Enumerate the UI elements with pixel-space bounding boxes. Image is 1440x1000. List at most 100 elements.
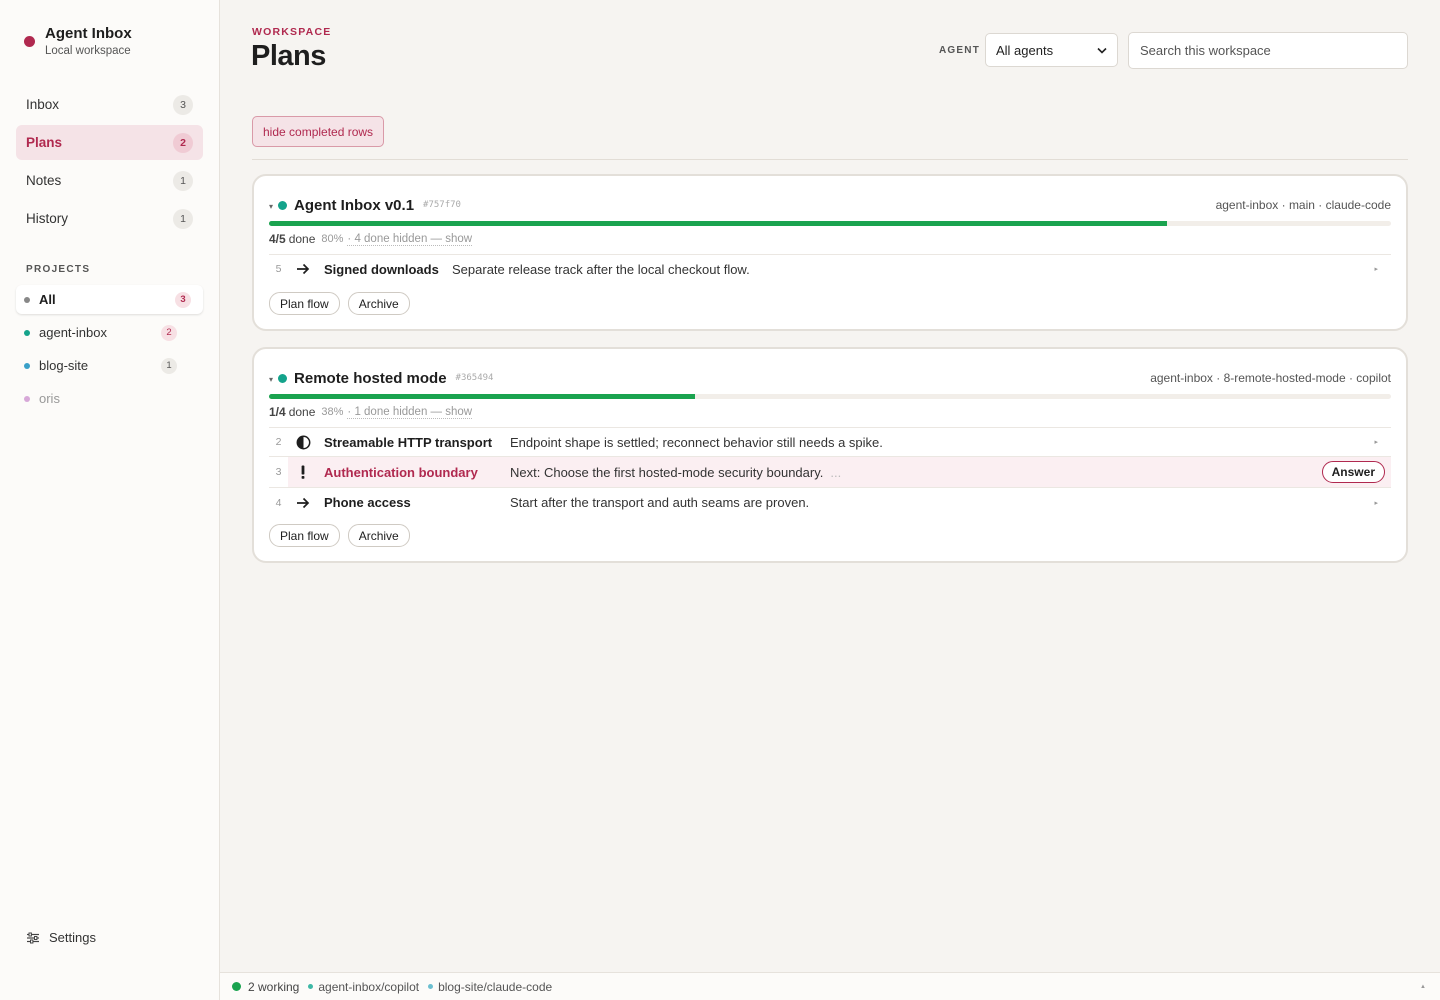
projects-heading: PROJECTS — [26, 264, 91, 275]
status-bar: 2 working agent-inbox/copilot blog-site/… — [220, 972, 1440, 1000]
plan-flow-button[interactable]: Plan flow — [269, 292, 340, 315]
project-name: agent-inbox — [39, 325, 107, 340]
project-count-badge: 2 — [161, 324, 177, 341]
plan-actions: Plan flow Archive — [269, 292, 418, 315]
project-name: blog-site — [39, 358, 89, 373]
page-title: Plans — [251, 40, 326, 72]
project-item-blog-site[interactable]: blog-site 1 — [16, 351, 203, 380]
settings-label: Settings — [49, 930, 96, 945]
project-list: All 3 agent-inbox 2 blog-site 1 oris — [16, 285, 203, 417]
row-expand-icon[interactable]: ▸ — [1374, 265, 1378, 273]
nav-item-label: Plans — [26, 135, 63, 150]
nav-item-inbox[interactable]: Inbox 3 — [16, 87, 203, 122]
row-description: Start after the transport and auth seams… — [510, 495, 810, 510]
nav-item-notes[interactable]: Notes 1 — [16, 163, 203, 198]
row-number: 5 — [275, 263, 282, 275]
plan-header: ▾ Remote hosted mode #365494 agent-inbox… — [269, 368, 1391, 388]
row-title: Streamable HTTP transport — [324, 434, 493, 450]
nav-count-badge: 1 — [173, 170, 193, 191]
plan-actions: Plan flow Archive — [269, 524, 418, 547]
project-name: All — [39, 292, 56, 307]
page-eyebrow: WORKSPACE — [252, 26, 332, 38]
session-agent-inbox[interactable]: agent-inbox/copilot — [318, 980, 419, 994]
chevron-down-icon — [1097, 47, 1107, 54]
plan-card: ▾ Remote hosted mode #365494 agent-inbox… — [252, 347, 1408, 563]
done-count: 4/5 — [269, 232, 286, 246]
row-ellipsis: ... — [830, 464, 842, 480]
row-title: Authentication boundary — [324, 464, 478, 480]
row-expand-icon[interactable]: ▸ — [1374, 499, 1378, 507]
plan-row-needs-answer[interactable]: 3 Authentication boundary Next: Choose t… — [269, 457, 1391, 488]
plan-rows: 5 Signed downloads Separate release trac… — [269, 254, 1391, 283]
plan-row[interactable]: 2 Streamable HTTP transport Endpoint sha… — [269, 428, 1391, 457]
hide-completed-toggle[interactable]: hide completed rows — [252, 116, 385, 147]
main-content: WORKSPACE Plans AGENT All agents hide co… — [220, 0, 1440, 972]
show-hidden-link[interactable]: · 1 done hidden — show — [347, 406, 473, 419]
project-color-dot — [24, 296, 30, 303]
plan-header: ▾ Agent Inbox v0.1 #757f70 agent-inbox ·… — [269, 195, 1391, 215]
nav-count-badge: 3 — [173, 94, 193, 115]
plan-row[interactable]: 5 Signed downloads Separate release trac… — [269, 255, 1391, 283]
plan-row[interactable]: 4 Phone access Start after the transport… — [269, 488, 1391, 517]
arrow-right-icon — [294, 494, 312, 512]
answer-button[interactable]: Answer — [1321, 461, 1385, 483]
row-description: Next: Choose the first hosted-mode secur… — [510, 464, 824, 480]
row-title: Phone access — [324, 495, 411, 510]
search-input[interactable] — [1128, 32, 1408, 69]
done-percent: 80% — [321, 233, 344, 245]
done-suffix: done — [288, 232, 316, 246]
done-suffix: done — [288, 405, 316, 419]
plan-progress-bar — [269, 394, 1391, 399]
plan-rows: 2 Streamable HTTP transport Endpoint sha… — [269, 427, 1391, 517]
main-nav: Inbox 3 Plans 2 Notes 1 History 1 — [16, 87, 203, 239]
exclamation-icon — [294, 463, 312, 481]
brand-logo-dot — [24, 36, 35, 47]
collapse-caret-icon[interactable]: ▾ — [269, 202, 273, 211]
archive-button[interactable]: Archive — [347, 524, 410, 547]
arrow-right-icon — [294, 260, 312, 278]
project-count-badge: 1 — [161, 357, 177, 374]
app-title: Agent Inbox — [45, 25, 132, 42]
project-item-all[interactable]: All 3 — [16, 285, 203, 314]
nav-item-history[interactable]: History 1 — [16, 201, 203, 236]
collapse-caret-icon[interactable]: ▾ — [269, 375, 273, 384]
row-title: Signed downloads — [324, 261, 439, 277]
plan-title: Agent Inbox v0.1 — [294, 196, 415, 214]
plan-flow-button[interactable]: Plan flow — [269, 524, 340, 547]
project-item-oris[interactable]: oris — [16, 384, 203, 413]
session-blog-site[interactable]: blog-site/claude-code — [438, 980, 552, 994]
row-description: Endpoint shape is settled; reconnect beh… — [510, 434, 883, 450]
plan-hash: #757f70 — [423, 200, 461, 210]
working-indicator — [232, 982, 241, 991]
project-color-dot — [24, 362, 30, 369]
agent-filter-label: AGENT — [939, 45, 980, 56]
session-dot — [308, 984, 314, 989]
agent-select-value: All agents — [996, 42, 1054, 58]
project-name: oris — [39, 391, 60, 406]
status-dot — [278, 200, 288, 210]
plan-progress-bar — [269, 221, 1391, 226]
plan-progress-fill — [269, 394, 696, 399]
row-expand-icon[interactable]: ▸ — [1374, 438, 1378, 446]
nav-count-badge: 1 — [173, 208, 193, 229]
row-number: 4 — [275, 496, 282, 509]
archive-button[interactable]: Archive — [347, 292, 410, 315]
nav-item-label: History — [26, 211, 69, 226]
sidebar: Agent Inbox Local workspace Inbox 3 Plan… — [0, 0, 220, 1000]
row-number: 2 — [275, 436, 282, 448]
done-percent: 38% — [321, 406, 344, 418]
sliders-icon — [27, 932, 39, 943]
plan-meta: agent-inbox · main · claude-code — [1215, 198, 1391, 212]
plan-progress-fill — [269, 221, 1167, 226]
show-hidden-link[interactable]: · 4 done hidden — show — [347, 233, 473, 246]
agent-select[interactable]: All agents — [985, 33, 1118, 67]
status-bar-expand-icon[interactable]: ▲ — [1420, 984, 1426, 990]
status-dot — [278, 373, 288, 383]
plan-hash: #365494 — [455, 373, 494, 383]
nav-item-plans[interactable]: Plans 2 — [16, 125, 203, 160]
settings-button[interactable]: Settings — [26, 930, 96, 945]
working-count: 2 working — [248, 979, 300, 994]
row-number: 3 — [269, 457, 288, 487]
project-count-badge: 3 — [175, 291, 191, 308]
project-item-agent-inbox[interactable]: agent-inbox 2 — [16, 318, 203, 347]
